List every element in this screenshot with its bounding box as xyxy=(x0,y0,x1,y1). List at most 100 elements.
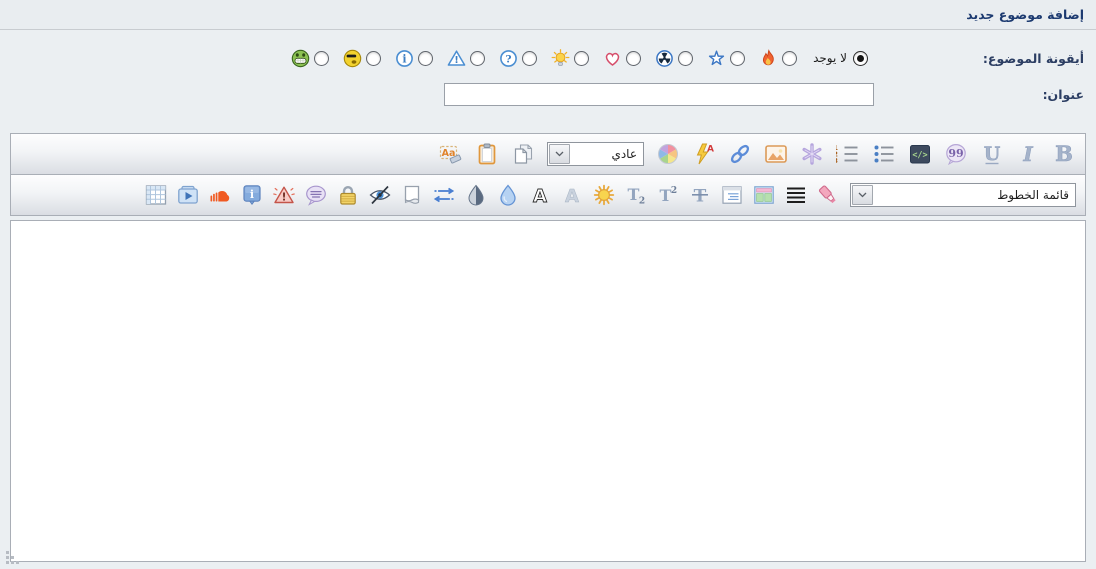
drop-icon xyxy=(496,183,520,207)
scroll-icon xyxy=(400,183,424,207)
sub-icon: T2 xyxy=(624,183,648,207)
paragraph-style-select-value: عادي xyxy=(571,147,643,161)
contrast-icon xyxy=(464,183,488,207)
heart-radio[interactable] xyxy=(626,51,641,66)
code-icon: </> xyxy=(908,142,932,166)
insert-image-button[interactable] xyxy=(763,138,789,170)
strike-icon: T xyxy=(688,183,712,207)
cool-smiley-radio[interactable] xyxy=(366,51,381,66)
indent-icon xyxy=(720,183,744,207)
grin-smiley-radio[interactable] xyxy=(314,51,329,66)
asterisk-icon xyxy=(800,142,824,166)
svg-text:A: A xyxy=(565,186,579,207)
toolbar-row-1: BIU 99 </> 123 A عادي Aa xyxy=(11,134,1085,174)
flash-icon: A xyxy=(692,142,716,166)
superscript-button[interactable]: T2 xyxy=(656,179,680,211)
flame-icon xyxy=(759,49,778,68)
warning-triangle-icon: ! xyxy=(447,49,466,68)
lightbulb-icon xyxy=(551,49,570,68)
topic-icon-option: ? xyxy=(499,49,537,68)
no-icon-label: لا يوجد xyxy=(811,51,849,65)
svg-text:U: U xyxy=(984,143,1001,165)
table-grid-button[interactable] xyxy=(144,179,168,211)
question-circle-radio[interactable] xyxy=(522,51,537,66)
svg-text:i: i xyxy=(250,188,254,201)
lightbulb-radio[interactable] xyxy=(574,51,589,66)
lock-button[interactable] xyxy=(336,179,360,211)
colorwheel-icon xyxy=(656,142,680,166)
svg-text:!: ! xyxy=(282,192,287,204)
paste-icon xyxy=(475,142,499,166)
resize-grip-icon[interactable] xyxy=(5,551,21,565)
alert-triangle-button[interactable]: ! xyxy=(272,179,296,211)
hidden-text-button[interactable] xyxy=(368,179,392,211)
flame-radio[interactable] xyxy=(782,51,797,66)
strikethrough-button[interactable]: T xyxy=(688,179,712,211)
alert-icon: ! xyxy=(272,183,296,207)
code-button[interactable]: </> xyxy=(907,138,933,170)
video-icon xyxy=(176,183,200,207)
topic-icon-option: ! xyxy=(447,49,485,68)
link-icon xyxy=(728,142,752,166)
question-circle-icon: ? xyxy=(499,49,518,68)
svg-text:B: B xyxy=(1055,141,1073,166)
editor-toolbar: BIU99</>123AعاديAa قائمة الخطوطTT2T2AA!i xyxy=(10,133,1086,216)
remove-format-button[interactable]: Aa xyxy=(438,138,464,170)
contrast-drop-button[interactable] xyxy=(464,179,488,211)
highlighter-button[interactable] xyxy=(816,179,840,211)
speech-bubble-button[interactable] xyxy=(304,179,328,211)
justify-button[interactable] xyxy=(784,179,808,211)
indent-block-button[interactable] xyxy=(720,179,744,211)
info-tooltip-button[interactable]: i xyxy=(240,179,264,211)
outline-text-button[interactable]: A xyxy=(528,179,552,211)
numbered-list-button[interactable]: 123 xyxy=(835,138,861,170)
glowA-icon: A xyxy=(560,183,584,207)
topic-icon-options: لا يوجد?! i xyxy=(0,49,876,68)
star-radio[interactable] xyxy=(730,51,745,66)
svg-text:3: 3 xyxy=(836,157,838,165)
italic-button[interactable]: I xyxy=(1015,138,1041,170)
page-scroll-button[interactable] xyxy=(400,179,424,211)
svg-text:T: T xyxy=(660,186,672,205)
info-circle-radio[interactable] xyxy=(418,51,433,66)
ulist-icon xyxy=(872,142,896,166)
font-list-select[interactable]: قائمة الخطوط xyxy=(850,183,1076,207)
page-header: إضافة موضوع جديد xyxy=(0,0,1096,30)
dropdown-arrow-icon[interactable] xyxy=(549,144,570,164)
color-wheel-button[interactable] xyxy=(655,138,681,170)
copy-icon xyxy=(511,142,535,166)
bold-button[interactable]: B xyxy=(1051,138,1077,170)
title-row: عنوان: xyxy=(0,83,1096,106)
topic-icon-option xyxy=(343,49,381,68)
direction-arrows-button[interactable] xyxy=(432,179,456,211)
insert-link-button[interactable] xyxy=(727,138,753,170)
title-input[interactable] xyxy=(444,83,874,106)
subscript-button[interactable]: T2 xyxy=(624,179,648,211)
copy-button[interactable] xyxy=(510,138,536,170)
soundcloud-button[interactable] xyxy=(208,179,232,211)
justify-icon xyxy=(784,183,808,207)
underline-button[interactable]: U xyxy=(979,138,1005,170)
radiation-radio[interactable] xyxy=(678,51,693,66)
bullet-list-button[interactable] xyxy=(871,138,897,170)
outlineA-icon: A xyxy=(528,183,552,207)
video-player-button[interactable] xyxy=(176,179,200,211)
info-circle-icon: i xyxy=(395,49,414,68)
paste-button[interactable] xyxy=(474,138,500,170)
water-drop-button[interactable] xyxy=(496,179,520,211)
dropdown-arrow-icon[interactable] xyxy=(852,185,873,205)
sun-glow-button[interactable] xyxy=(592,179,616,211)
glow-text-button[interactable]: A xyxy=(560,179,584,211)
paragraph-style-select[interactable]: عادي xyxy=(547,142,644,166)
warning-triangle-radio[interactable] xyxy=(470,51,485,66)
no-icon-radio[interactable] xyxy=(853,51,868,66)
svg-text:</>: </> xyxy=(912,151,927,161)
svg-text:I: I xyxy=(1022,142,1033,166)
table-layout-button[interactable] xyxy=(752,179,776,211)
flash-text-button[interactable]: A xyxy=(691,138,717,170)
special-symbol-button[interactable] xyxy=(799,138,825,170)
topic-icon-option xyxy=(551,49,589,68)
svg-text:T: T xyxy=(628,185,640,204)
quote-button[interactable]: 99 xyxy=(943,138,969,170)
message-body-editor[interactable] xyxy=(10,220,1086,562)
